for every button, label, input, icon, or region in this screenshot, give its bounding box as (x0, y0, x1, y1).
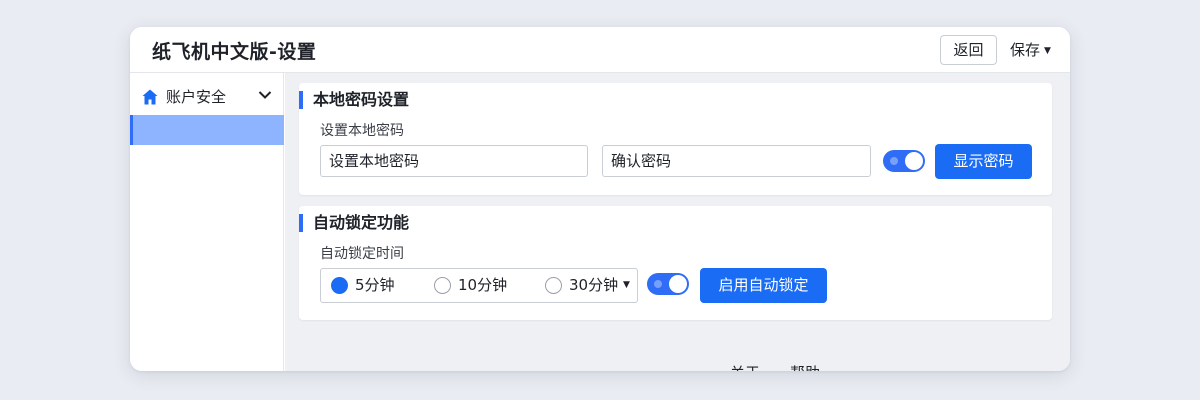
password-toggle[interactable] (883, 150, 925, 172)
radio-30-minutes[interactable]: 30分钟 ▼ (545, 269, 635, 302)
toggle-track-dot (890, 157, 898, 165)
radio-label: 5分钟 (355, 276, 395, 294)
sidebar-item-label: 账户安全 (166, 88, 227, 106)
autolock-card: 自动锁定功能 自动锁定时间 5分钟 10分钟 30分钟 ▼ 启用自动锁定 (299, 206, 1052, 320)
radio-10-minutes[interactable]: 10分钟 (434, 269, 524, 302)
sidebar-selected-subitem[interactable] (130, 115, 284, 145)
save-label: 保存 (1010, 41, 1041, 59)
show-password-button[interactable]: 显示密码 (935, 144, 1032, 179)
radio-unchecked-icon (434, 277, 451, 294)
autolock-time-radio-group: 5分钟 10分钟 30分钟 ▼ (320, 268, 638, 303)
autolock-field-label: 自动锁定时间 (320, 246, 404, 262)
sidebar: 账户安全 (130, 73, 284, 371)
settings-window: 纸飞机中文版-设置 返回 保存 ▼ 账户安全 本地密码设置 设置本地密码 设置本… (130, 27, 1070, 371)
radio-label: 10分钟 (458, 276, 508, 294)
password-field-label: 设置本地密码 (320, 123, 404, 139)
sidebar-item-account-security[interactable]: 账户安全 (130, 79, 284, 115)
enable-autolock-button[interactable]: 启用自动锁定 (700, 268, 827, 303)
main-content: 本地密码设置 设置本地密码 显示密码 自动锁定功能 自动锁定时间 5分钟 10分… (285, 73, 1070, 371)
toggle-knob (905, 152, 923, 170)
save-menu-button[interactable]: 保存 ▼ (1010, 35, 1051, 65)
confirm-password-input[interactable] (602, 145, 871, 177)
caret-down-icon[interactable]: ▼ (623, 269, 630, 302)
radio-unchecked-icon (545, 277, 562, 294)
section-title-password: 本地密码设置 (299, 91, 409, 109)
toggle-track-dot (654, 280, 662, 288)
title-bar: 纸飞机中文版-设置 返回 保存 ▼ (130, 27, 1070, 73)
window-title: 纸飞机中文版-设置 (152, 41, 317, 63)
password-input[interactable] (320, 145, 588, 177)
caret-down-icon: ▼ (1044, 46, 1051, 56)
radio-5-minutes[interactable]: 5分钟 (331, 269, 411, 302)
back-button[interactable]: 返回 (940, 35, 997, 65)
autolock-toggle[interactable] (647, 273, 689, 295)
radio-checked-icon (331, 277, 348, 294)
section-title-autolock: 自动锁定功能 (299, 214, 409, 232)
about-link[interactable]: 关于 (730, 362, 760, 371)
help-link[interactable]: 帮助 (790, 362, 820, 371)
password-settings-card: 本地密码设置 设置本地密码 显示密码 (299, 83, 1052, 195)
radio-label: 30分钟 (569, 276, 619, 294)
toggle-knob (669, 275, 687, 293)
chevron-down-icon[interactable] (258, 90, 272, 100)
home-icon (142, 89, 158, 105)
